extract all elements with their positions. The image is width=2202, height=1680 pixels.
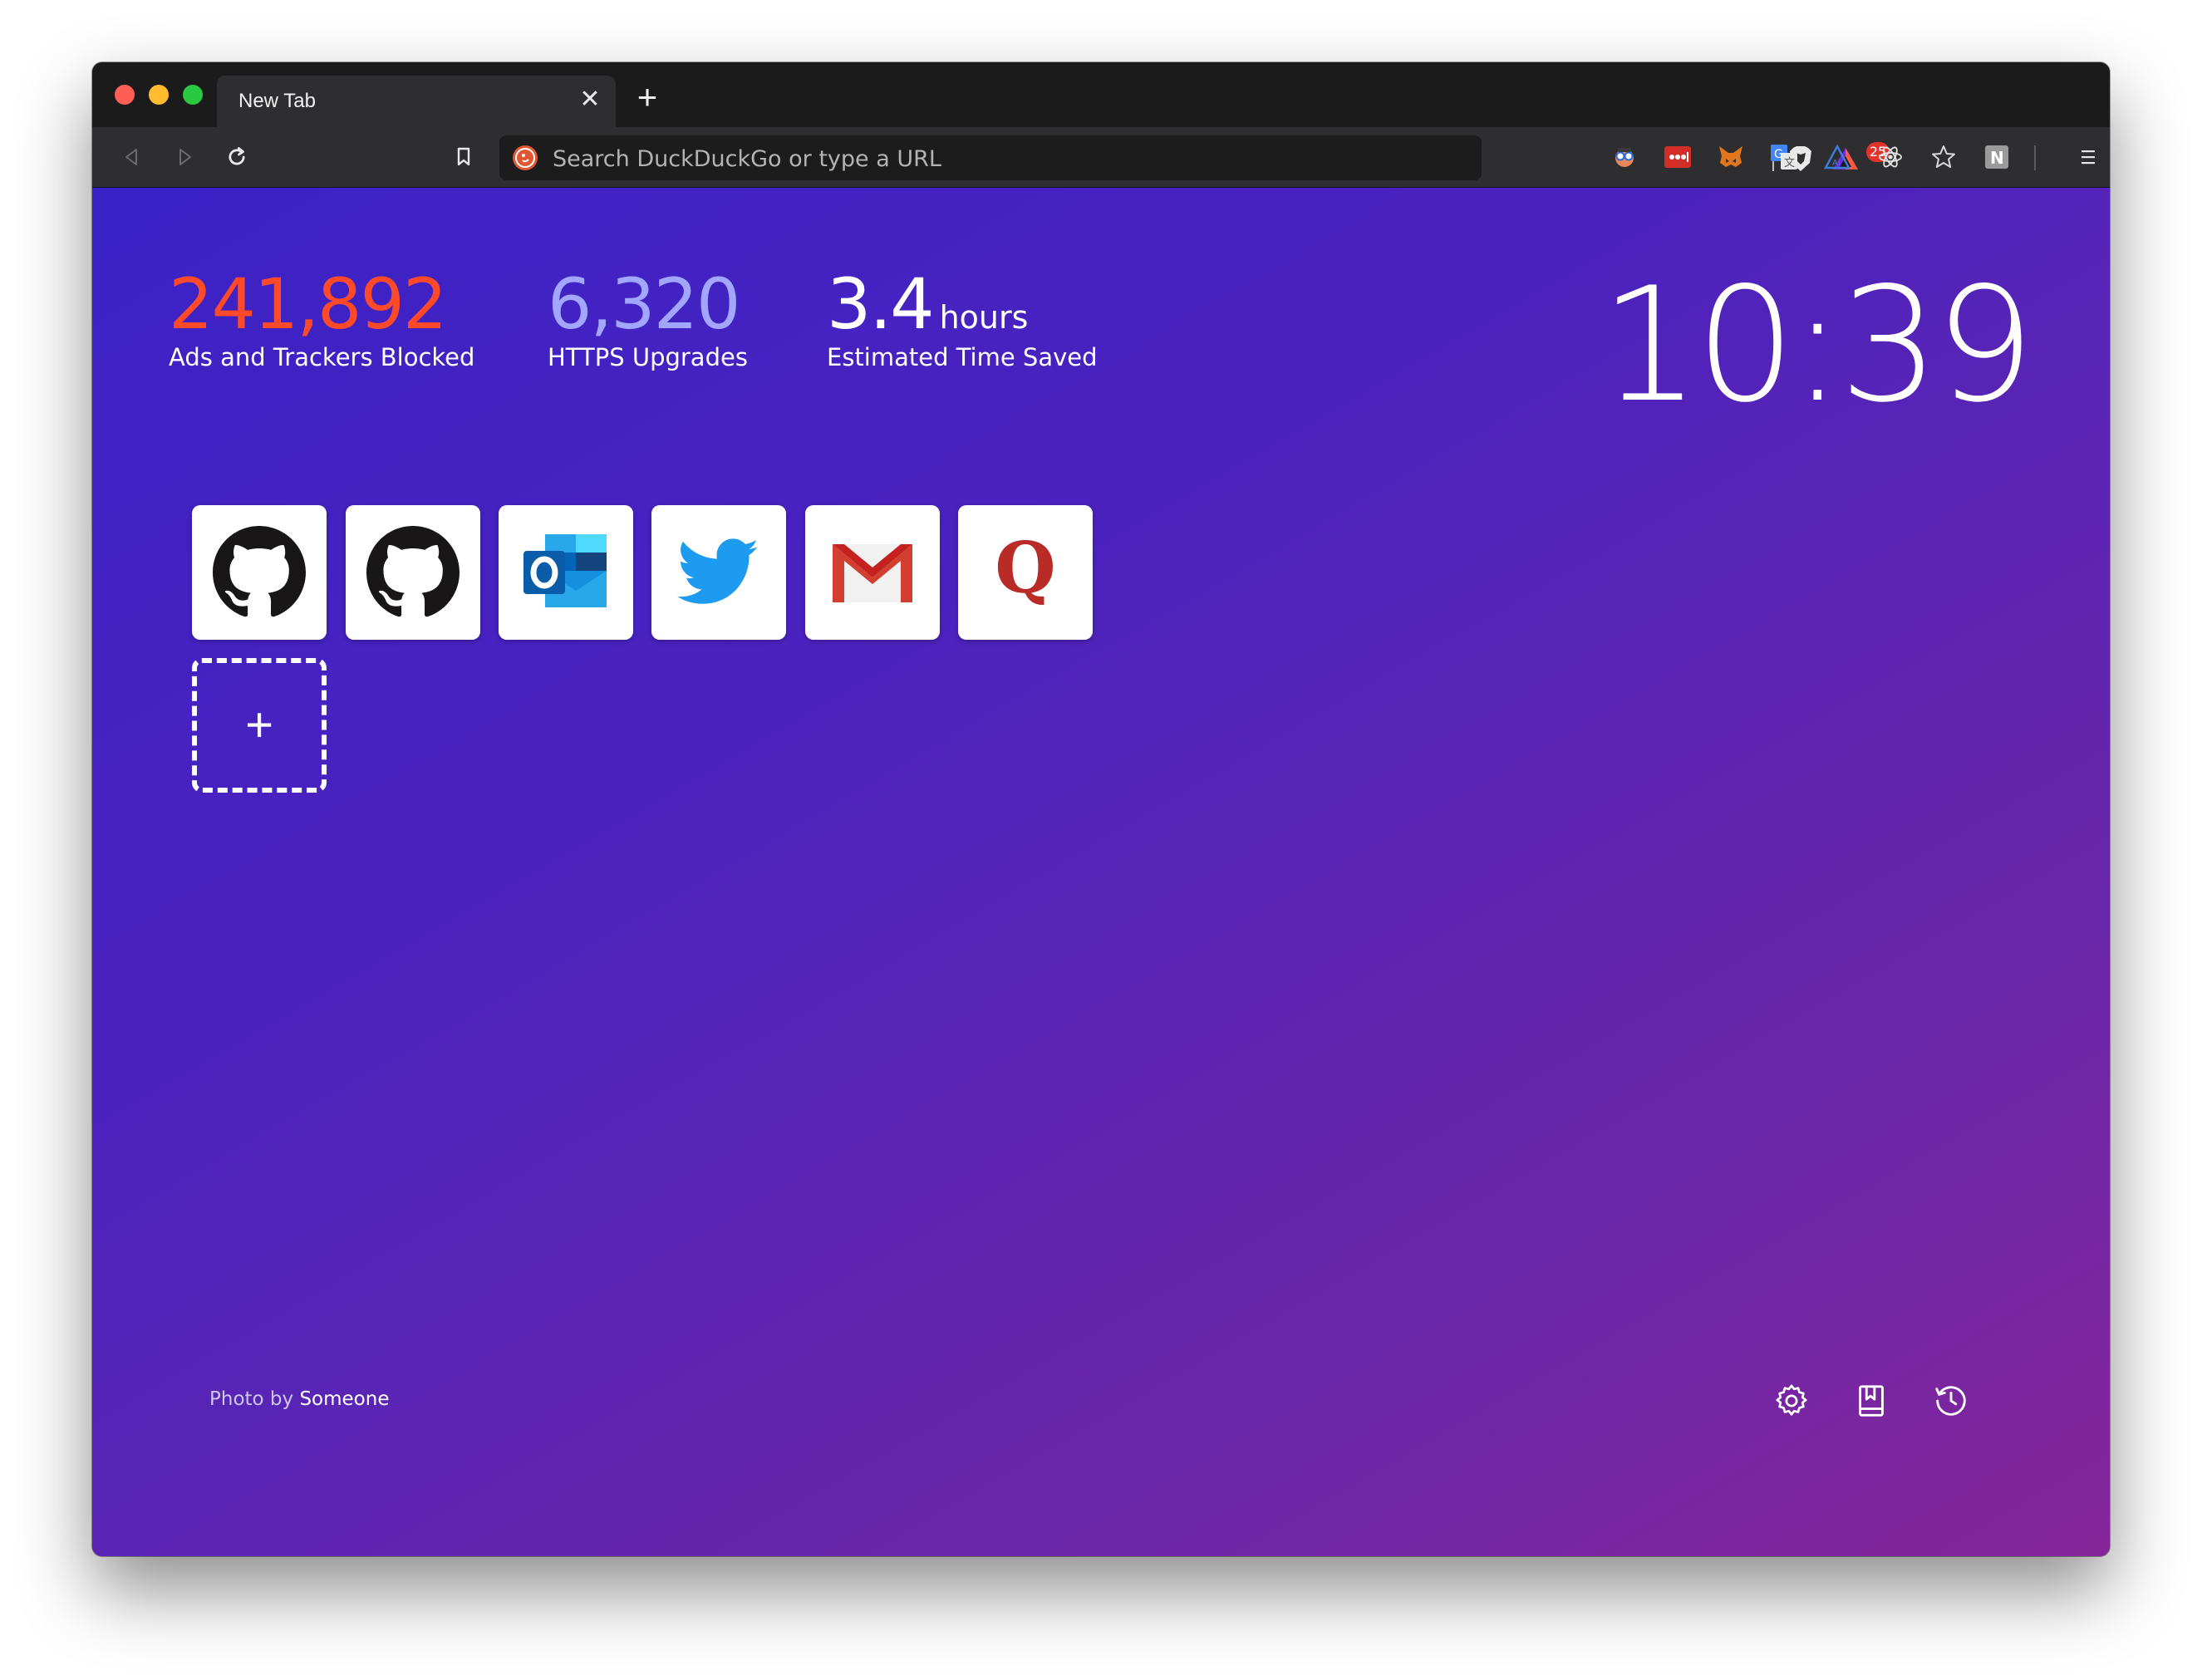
toolbar-divider: [2034, 145, 2036, 170]
url-bar[interactable]: 25: [499, 135, 1890, 182]
bookmark-icon: [457, 147, 470, 166]
hamburger-menu-icon: [2082, 150, 2095, 165]
add-top-site-button[interactable]: +: [192, 658, 327, 793]
react-devtools-icon[interactable]: [1875, 142, 1905, 172]
github-icon: [213, 526, 306, 617]
quora-icon: Q: [995, 533, 1055, 609]
new-tab-page: 241,892 Ads and Trackers Blocked 6,320 H…: [92, 188, 2110, 1556]
maximize-window-button[interactable]: [183, 85, 203, 105]
duckduckgo-icon: [513, 145, 538, 170]
settings-icon: [1776, 1384, 1807, 1416]
history-button[interactable]: [1932, 1382, 1970, 1420]
top-site-gmail[interactable]: [805, 505, 940, 640]
time-saved-unit: hours: [939, 299, 1029, 336]
tab-new-tab[interactable]: New Tab ✕: [217, 76, 616, 127]
clock: 10:39: [1600, 253, 2035, 437]
https-label: HTTPS Upgrades: [548, 343, 748, 371]
svg-text:文: 文: [1784, 157, 1795, 169]
top-site-github-2[interactable]: [346, 505, 480, 640]
bookmark-page-button[interactable]: [445, 139, 482, 175]
https-count: 6,320: [548, 263, 740, 345]
forward-button[interactable]: [166, 139, 203, 175]
metamask-icon[interactable]: [1716, 142, 1746, 172]
time-saved-value: 3.4: [827, 263, 935, 345]
star-icon[interactable]: [1929, 142, 1959, 172]
bookmarks-button[interactable]: [1852, 1382, 1890, 1420]
photo-credit-prefix: Photo by: [209, 1388, 294, 1410]
reload-button[interactable]: [219, 139, 255, 175]
google-translate-icon[interactable]: G文: [1769, 142, 1799, 172]
stat-https-upgrades: 6,320 HTTPS Upgrades: [548, 267, 748, 371]
outlook-icon: [523, 534, 607, 607]
top-site-outlook[interactable]: [499, 505, 633, 640]
svg-text:Q: Q: [995, 533, 1055, 609]
browser-window: New Tab ✕ + Search DuckDuckGo or type a …: [92, 62, 2110, 1556]
stat-trackers-blocked: 241,892 Ads and Trackers Blocked: [169, 267, 474, 371]
bookmarks-icon: [1859, 1385, 1884, 1417]
forward-icon: [179, 149, 191, 165]
back-button[interactable]: [114, 139, 150, 175]
new-tab-button[interactable]: +: [629, 79, 666, 115]
webcompat-icon[interactable]: [1610, 142, 1639, 172]
github-icon: [366, 526, 460, 617]
top-site-twitter[interactable]: [651, 505, 786, 640]
tab-close-icon[interactable]: ✕: [576, 86, 604, 114]
trackers-label: Ads and Trackers Blocked: [169, 343, 475, 371]
tab-strip: New Tab ✕ +: [92, 62, 2110, 127]
menu-button[interactable]: [2073, 142, 2103, 172]
settings-button[interactable]: [1772, 1382, 1811, 1420]
tab-title: New Tab: [238, 90, 316, 112]
close-window-button[interactable]: [115, 85, 135, 105]
stat-time-saved: 3.4 hours Estimated Time Saved: [827, 267, 1098, 371]
gmail-icon: [833, 544, 912, 602]
svg-text:N: N: [1990, 148, 2004, 168]
back-icon: [125, 149, 137, 165]
top-site-quora[interactable]: Q: [958, 505, 1093, 640]
photo-credit: Photo by Someone: [209, 1388, 389, 1410]
url-input[interactable]: [551, 135, 1302, 182]
minimize-window-button[interactable]: [149, 85, 169, 105]
svg-text:G: G: [1774, 148, 1783, 161]
twitter-icon: [677, 538, 759, 604]
top-site-github-1[interactable]: [192, 505, 327, 640]
svg-text:Ai: Ai: [1832, 159, 1841, 168]
notion-icon[interactable]: N: [1982, 142, 2012, 172]
reload-icon: [229, 147, 245, 165]
lastpass-icon[interactable]: [1663, 142, 1693, 172]
atom-icon[interactable]: Ai: [1822, 142, 1852, 172]
photo-credit-author[interactable]: Someone: [299, 1388, 389, 1410]
toolbar: 25 G文 Ai N: [92, 127, 2110, 188]
history-icon: [1935, 1386, 1966, 1416]
time-saved-label: Estimated Time Saved: [827, 343, 1098, 371]
trackers-count: 241,892: [169, 263, 447, 345]
